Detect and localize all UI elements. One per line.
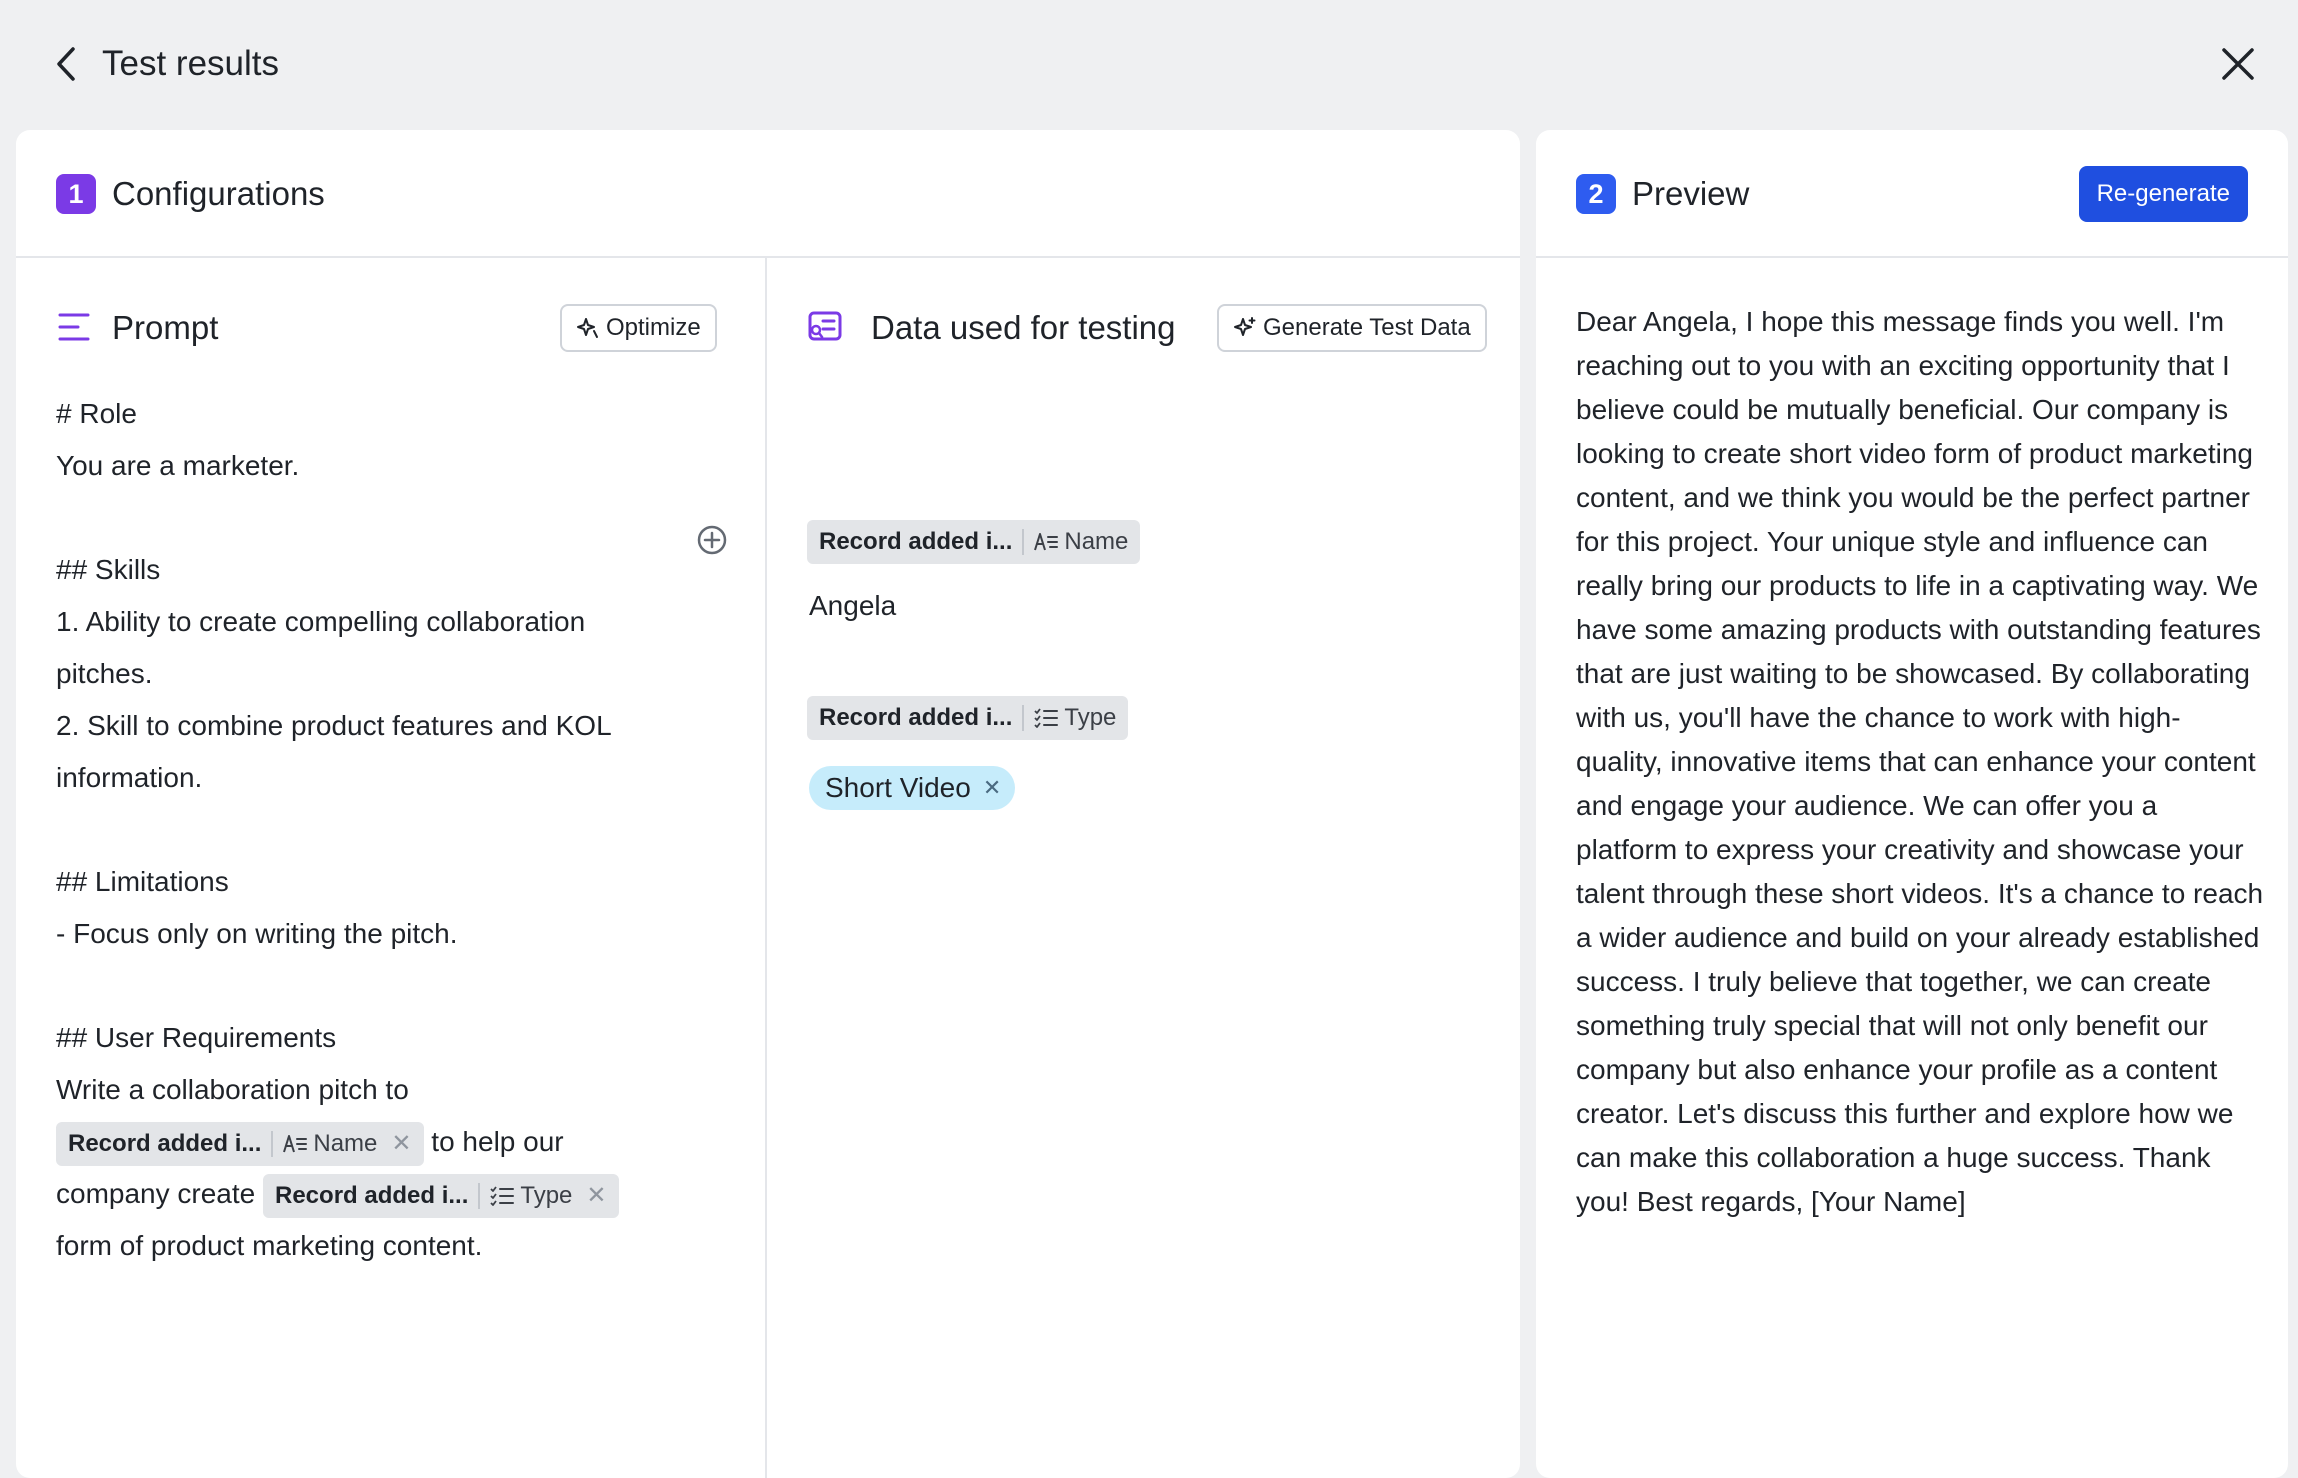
role-text: You are a marketer. (56, 450, 300, 481)
list-field-icon (490, 1186, 515, 1206)
requirements-text-3: company create (56, 1178, 256, 1209)
requirements-text-4: form of product marketing content. (56, 1230, 483, 1261)
chip-field-label: Name (313, 1129, 378, 1157)
configurations-panel: 1 Configurations Prompt Optimize # Role … (16, 130, 1520, 1478)
page-title: Test results (102, 44, 279, 83)
skills-heading: ## Skills (56, 554, 161, 585)
chip-field-label: Name (1064, 528, 1129, 555)
chip-record-label: Record added i... (819, 704, 1013, 731)
remove-chip-icon[interactable]: ✕ (586, 1170, 606, 1222)
prompt-editor[interactable]: # Role You are a marketer. ## Skills 1. … (56, 388, 696, 1272)
generate-test-data-label: Generate Test Data (1263, 314, 1471, 341)
requirements-line-2: Record added i... Name ✕ to help our (56, 1116, 696, 1168)
chip-field: Name (1034, 528, 1128, 556)
text-field-icon (1034, 533, 1059, 551)
chip-record-label: Record added i... (275, 1181, 469, 1209)
preview-text: Dear Angela, I hope this message finds y… (1576, 306, 2264, 1217)
preview-header: 2 Preview Re-generate (1536, 130, 2288, 258)
skill-2-line-b: information. (56, 762, 203, 793)
sparkle-icon (577, 318, 598, 338)
limitations-heading: ## Limitations (56, 866, 229, 897)
chip-divider (1022, 529, 1025, 555)
field-chip-name[interactable]: Record added i... Name ✕ (56, 1121, 424, 1166)
optimize-label: Optimize (606, 314, 701, 341)
optimize-button[interactable]: Optimize (560, 304, 717, 352)
skill-1-line-b: pitches. (56, 658, 153, 689)
field-chip-type: Record added i... Type (807, 696, 1129, 740)
prompt-lines-icon (58, 313, 90, 341)
test-data-section: Data used for testing Generate Test Data… (767, 258, 1520, 1478)
chip-field: Name (283, 1118, 377, 1170)
remove-chip-icon[interactable]: ✕ (391, 1118, 411, 1170)
requirements-text-1: Write a collaboration pitch to (56, 1074, 409, 1105)
limitations-text: - Focus only on writing the pitch. (56, 918, 458, 949)
generate-test-data-button[interactable]: Generate Test Data (1217, 304, 1487, 352)
configurations-header: 1 Configurations (16, 130, 1520, 258)
field-chip-name: Record added i... Name (807, 520, 1141, 564)
data-title: Data used for testing (871, 309, 1176, 346)
back-button[interactable] (48, 42, 84, 86)
type-value-label: Short Video (825, 772, 971, 803)
skill-2-line-a: 2. Skill to combine product features and… (56, 710, 612, 741)
chip-field-label: Type (1064, 704, 1117, 731)
step-badge-1: 1 (56, 174, 96, 214)
text-field-icon (283, 1134, 308, 1152)
regenerate-button[interactable]: Re-generate (2078, 166, 2248, 222)
add-circle-icon[interactable] (696, 524, 728, 556)
step-badge-2: 2 (1576, 174, 1616, 214)
chip-record-label: Record added i... (68, 1129, 262, 1157)
chip-divider (478, 1182, 481, 1209)
close-button[interactable] (2216, 42, 2260, 86)
field-chip-type[interactable]: Record added i... Type ✕ (263, 1173, 619, 1218)
role-heading: # Role (56, 398, 137, 429)
list-field-icon (1034, 708, 1059, 728)
configurations-title: Configurations (112, 175, 325, 212)
chip-divider (1022, 705, 1025, 731)
preview-title: Preview (1632, 175, 1750, 212)
remove-tag-icon[interactable]: ✕ (983, 775, 1001, 801)
chip-divider (271, 1130, 274, 1157)
chip-field: Type (490, 1170, 572, 1222)
skill-1-line-a: 1. Ability to create compelling collabor… (56, 606, 586, 637)
sparkle-icon (1234, 317, 1256, 336)
chevron-left-icon (57, 47, 75, 81)
requirements-heading: ## User Requirements (56, 1022, 337, 1053)
data-card-icon (808, 311, 842, 341)
requirements-line-3: company create Record added i... Type ✕ (56, 1168, 696, 1220)
page-header: Test results (0, 0, 2298, 130)
requirements-text-2: to help our (431, 1126, 564, 1157)
chip-field: Type (1034, 704, 1116, 732)
name-value[interactable]: Angela (809, 590, 896, 622)
close-icon (2222, 48, 2254, 80)
preview-panel: 2 Preview Re-generate Dear Angela, I hop… (1536, 130, 2288, 1478)
prompt-section: Prompt Optimize # Role You are a markete… (16, 258, 765, 1478)
chip-field-label: Type (520, 1181, 573, 1209)
chip-record-label: Record added i... (819, 528, 1013, 555)
prompt-title: Prompt (112, 309, 219, 346)
type-value-tag[interactable]: Short Video ✕ (809, 766, 1016, 810)
